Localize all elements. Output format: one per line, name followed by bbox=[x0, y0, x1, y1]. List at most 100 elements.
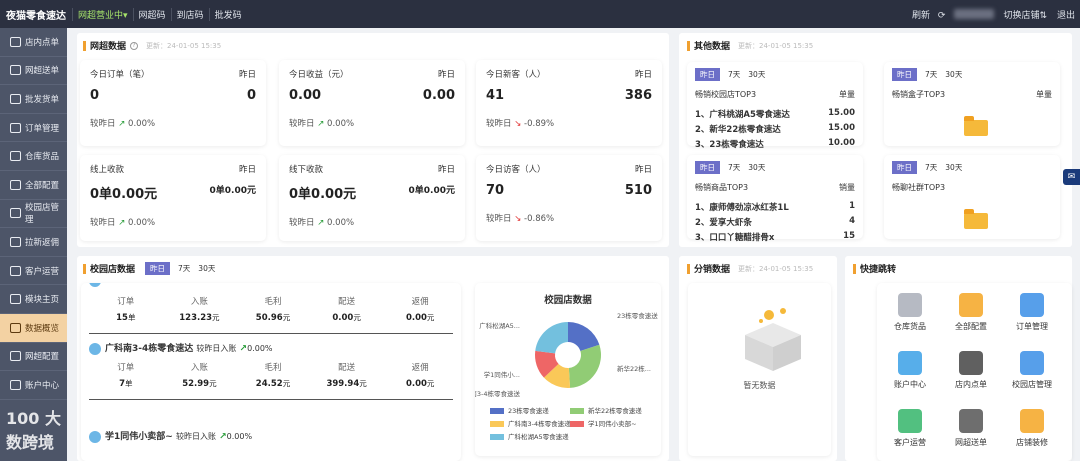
customer-icon bbox=[898, 409, 922, 433]
school-icon bbox=[10, 208, 21, 219]
rank-item-value: 10.00 bbox=[828, 138, 855, 148]
user-icon bbox=[898, 351, 922, 375]
trend-up-icon: ↗ bbox=[108, 283, 116, 287]
tab-yesterday[interactable]: 昨日 bbox=[695, 68, 720, 81]
sidebar-item[interactable]: 仓库货品 bbox=[0, 142, 67, 171]
campus-pie-chart: 23栋零食速送新华22栋... 学1同伟小... 广科南3-4栋零食速送广科松湖A5… bbox=[475, 311, 658, 441]
shop-compare-label: 较昨日入账 bbox=[175, 432, 216, 441]
warehouse-icon bbox=[10, 151, 21, 162]
sidebar-item[interactable]: 批发货单 bbox=[0, 85, 67, 114]
trend-up-icon: ↗ bbox=[239, 344, 248, 354]
cart-icon bbox=[10, 36, 21, 47]
sidebar-item-label: 网超送单 bbox=[25, 66, 60, 77]
logout-button[interactable]: 退出 bbox=[1052, 8, 1080, 21]
rank-item-name: 1、康师傅劲凉冰红茶1L bbox=[695, 203, 789, 213]
quick-link-truck[interactable]: 网超送单 bbox=[946, 409, 996, 448]
quick-link-box[interactable]: 仓库货品 bbox=[885, 293, 935, 332]
quick-link-customer[interactable]: 客户运营 bbox=[885, 409, 935, 448]
tab-7days[interactable]: 7天 bbox=[925, 69, 937, 80]
tab-7days[interactable]: 7天 bbox=[925, 162, 937, 173]
pie-slice[interactable] bbox=[568, 344, 601, 388]
tab-7days[interactable]: 7天 bbox=[728, 69, 740, 80]
legend-label[interactable]: 学1同伟小卖部~ bbox=[588, 419, 637, 428]
quick-link-label: 订单管理 bbox=[1016, 322, 1048, 331]
stat-label: 今日订单（笔） bbox=[90, 70, 150, 80]
sidebar-item[interactable]: 模块主页 bbox=[0, 285, 67, 314]
quick-link-building[interactable]: 校园店管理 bbox=[1007, 351, 1057, 390]
sidebar-item-label: 批发货单 bbox=[25, 94, 60, 105]
user-name bbox=[954, 9, 995, 19]
sidebar-item-label: 校园店管理 bbox=[25, 203, 60, 226]
quick-link-shop[interactable]: 店铺装修 bbox=[1007, 409, 1057, 448]
sidebar-item[interactable]: 店内点单 bbox=[0, 28, 67, 57]
quick-link-label: 校园店管理 bbox=[1012, 380, 1052, 389]
tab-30days[interactable]: 30天 bbox=[945, 69, 962, 80]
folder-icon bbox=[964, 116, 988, 136]
stat-today-value: 0单0.00元 bbox=[289, 187, 357, 202]
card-title: 畅销商品TOP3 bbox=[695, 183, 749, 192]
other-updated: 更新：24-01-05 15:35 bbox=[738, 41, 814, 50]
truck-icon bbox=[959, 409, 983, 433]
sidebar-item-label: 账户中心 bbox=[25, 380, 60, 391]
tab-7days[interactable]: 7天 bbox=[178, 263, 190, 274]
quick-link-label: 全部配置 bbox=[955, 322, 987, 331]
metric-number: 0.00 bbox=[332, 313, 354, 323]
metric-unit: 单 bbox=[127, 313, 136, 322]
chat-icon[interactable]: ✉ bbox=[1063, 169, 1080, 185]
tab-7days[interactable]: 7天 bbox=[728, 162, 740, 173]
dist-empty-card: 暂无数据 bbox=[688, 283, 831, 456]
refresh-button[interactable]: 刷新 ⟳ bbox=[902, 8, 950, 21]
shop-status-dropdown[interactable]: 网超营业中▾ bbox=[72, 7, 133, 21]
tab-30days[interactable]: 30天 bbox=[748, 69, 765, 80]
tab-30days[interactable]: 30天 bbox=[748, 162, 765, 173]
metric-value: 24.52元 bbox=[236, 378, 310, 389]
quick-link-user[interactable]: 账户中心 bbox=[885, 351, 935, 390]
trend-down-icon: ↘ bbox=[514, 119, 522, 129]
quick-link-order[interactable]: 订单管理 bbox=[1007, 293, 1057, 332]
pie-slice-label: 学1同伟小... bbox=[484, 370, 520, 379]
campus-title: 校园店数据 bbox=[90, 265, 136, 275]
rank-item-name: 2、爱享大虾条 bbox=[695, 218, 752, 228]
trend-label: 较昨日 bbox=[90, 119, 116, 129]
legend-label[interactable]: 广科南3-4栋零食速递 bbox=[508, 419, 571, 428]
tab-30days[interactable]: 30天 bbox=[945, 162, 962, 173]
stat-compare-label: 昨日 bbox=[437, 70, 455, 80]
shop-icon bbox=[1020, 409, 1044, 433]
tab-yesterday[interactable]: 昨日 bbox=[892, 161, 917, 174]
quick-link-cart[interactable]: 店内点单 bbox=[946, 351, 996, 390]
sidebar-item[interactable]: 网超配置 bbox=[0, 343, 67, 372]
sidebar-item-label: 数据概览 bbox=[25, 323, 60, 334]
metric-unit: 单 bbox=[125, 379, 133, 388]
nav-wholesale-code[interactable]: 批发码 bbox=[208, 7, 247, 21]
trend-up-icon: ↗ bbox=[118, 119, 126, 129]
sidebar-item[interactable]: 数据概览 bbox=[0, 313, 67, 343]
sidebar-item[interactable]: 全部配置 bbox=[0, 171, 67, 200]
sidebar-item[interactable]: 网超送单 bbox=[0, 57, 67, 86]
legend-label[interactable]: 23栋零食速递 bbox=[508, 406, 549, 415]
sidebar-item[interactable]: 校园店管理 bbox=[0, 200, 67, 229]
rank-item-name: 3、口口丫糖醋排骨x bbox=[695, 233, 775, 243]
sidebar-item[interactable]: 客户运营 bbox=[0, 257, 67, 286]
campus-shop-row: 学1同伟小卖部~ 较昨日入账 ↗0.00% bbox=[89, 429, 457, 443]
rank-item-value: 4 bbox=[849, 216, 855, 226]
metric-number: 24.52 bbox=[255, 379, 283, 389]
switch-store-button[interactable]: 切换店铺⇅ bbox=[998, 8, 1052, 21]
sidebar-item[interactable]: 账户中心 bbox=[0, 371, 67, 400]
tab-30days[interactable]: 30天 bbox=[198, 263, 215, 274]
sidebar-item[interactable]: 拉新返佣 bbox=[0, 228, 67, 257]
nav-store-code[interactable]: 到店码 bbox=[170, 7, 209, 21]
quick-link-gear[interactable]: 全部配置 bbox=[946, 293, 996, 332]
pie-slice[interactable] bbox=[535, 322, 568, 354]
sidebar-item[interactable]: 订单管理 bbox=[0, 114, 67, 143]
tab-yesterday[interactable]: 昨日 bbox=[145, 262, 171, 275]
legend-label[interactable]: 新华22栋零食速递 bbox=[588, 406, 642, 415]
tab-yesterday[interactable]: 昨日 bbox=[892, 68, 917, 81]
quick-link-label: 店内点单 bbox=[955, 380, 987, 389]
tab-yesterday[interactable]: 昨日 bbox=[695, 161, 720, 174]
nav-net-code[interactable]: 网超码 bbox=[132, 7, 171, 21]
users-icon bbox=[10, 265, 21, 276]
dist-updated: 更新：24-01-05 15:35 bbox=[738, 264, 814, 273]
help-icon[interactable]: ? bbox=[130, 41, 139, 50]
order-icon bbox=[1020, 293, 1044, 317]
legend-label[interactable]: 广科松湖A5零食速递 bbox=[508, 432, 569, 441]
